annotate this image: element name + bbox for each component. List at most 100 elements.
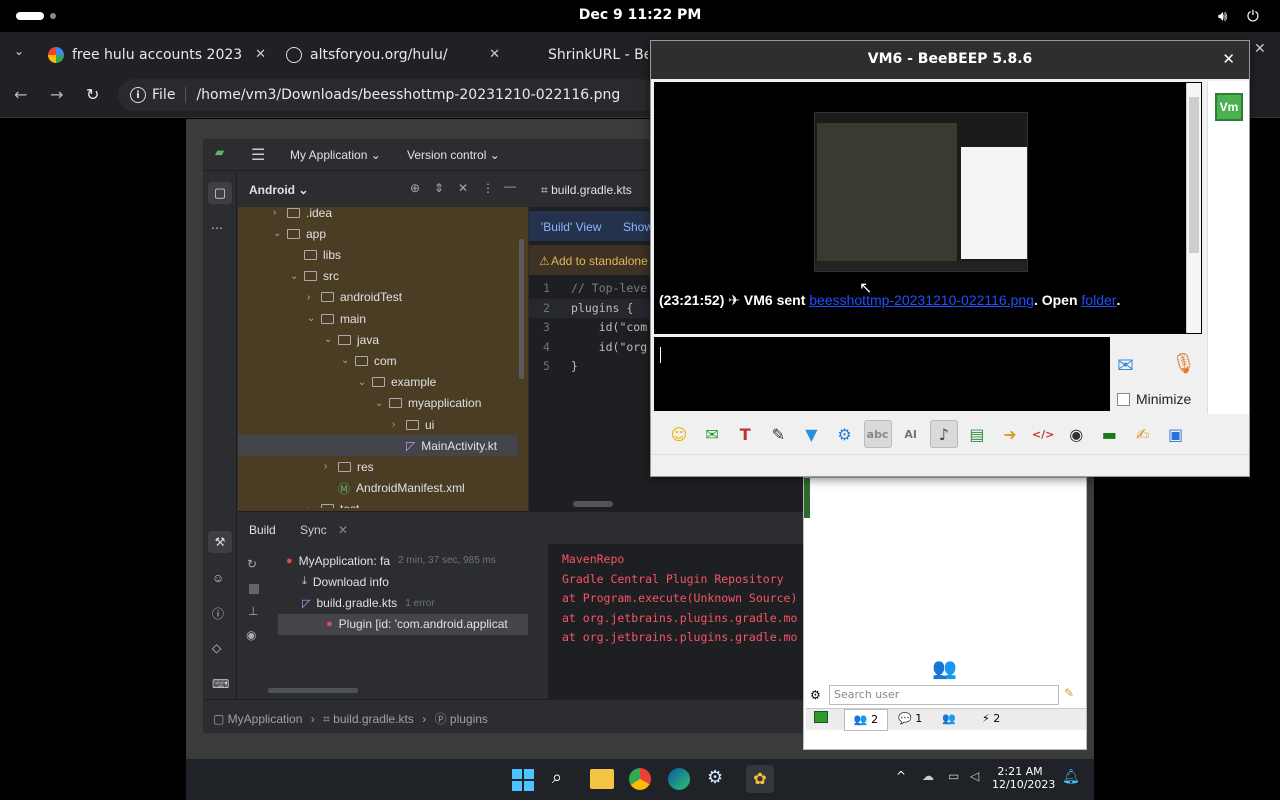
tab-screen-icon[interactable] (814, 711, 828, 723)
scroll-thumb[interactable] (1189, 97, 1199, 253)
build-tool-icon[interactable]: ⚒ (208, 531, 232, 553)
chevron-icon[interactable]: ⌄ (273, 228, 287, 239)
volume-icon[interactable]: 🔊︎ (1218, 7, 1227, 25)
address-bar[interactable]: i File /home/vm3/Downloads/beesshottmp-2… (118, 79, 658, 111)
tab-hulu-search[interactable]: free hulu accounts 2023 ✕ (48, 38, 266, 72)
tree-item[interactable]: ⌄ src (238, 266, 518, 287)
tab-shrinkurl[interactable]: ShrinkURL - Be (548, 38, 648, 72)
vcs-selector[interactable]: Version control ⌄ (407, 148, 500, 162)
tree-item[interactable]: libs (238, 244, 518, 265)
message-input[interactable] (654, 337, 1110, 411)
tab-chats[interactable]: 💬 1 (898, 712, 922, 725)
build-tree-scrollbar[interactable] (268, 688, 358, 693)
tab-shares[interactable]: ⚡ 2 (982, 712, 1000, 725)
project-tool-icon[interactable]: ▢ (208, 182, 232, 204)
chevron-icon[interactable]: ⌄ (307, 313, 321, 324)
logcat-icon[interactable]: ☺ (212, 571, 224, 585)
screenshot-thumbnail[interactable] (814, 112, 1028, 272)
breadcrumb-item[interactable]: ▢ MyApplication (213, 712, 302, 726)
problems-icon[interactable]: ⓘ (212, 605, 224, 622)
terminal-icon[interactable]: ▬ (1095, 420, 1123, 448)
file-explorer-icon[interactable] (590, 769, 614, 789)
edge-icon[interactable] (668, 768, 690, 790)
tab-build[interactable]: Build (249, 523, 276, 537)
tree-item[interactable]: ⌄ main (238, 308, 518, 329)
breadcrumb-item[interactable]: ⌗ build.gradle.kts (323, 712, 414, 726)
build-view-show-link[interactable]: Show (623, 220, 653, 234)
avatar[interactable]: Vm (1215, 93, 1243, 121)
tree-item[interactable]: › res (238, 456, 518, 477)
chevron-icon[interactable]: › (324, 461, 338, 472)
font-icon[interactable]: T (731, 420, 759, 448)
back-icon[interactable]: ← (14, 85, 27, 104)
tree-item[interactable]: ⌄ java (238, 329, 518, 350)
forward-icon[interactable]: → (50, 85, 63, 104)
chevron-icon[interactable]: ⌄ (290, 271, 304, 282)
tab-search-chevron-icon[interactable]: ⌄ (14, 44, 24, 58)
send-icon[interactable]: ✉ (1117, 353, 1134, 377)
save-chat-icon[interactable]: ✍ (1128, 420, 1156, 448)
project-selector[interactable]: My Application ⌄ (290, 148, 381, 162)
rerun-icon[interactable]: ↻ (247, 557, 257, 571)
standalone-link[interactable]: Add to standalone (551, 254, 648, 268)
save-icon[interactable]: ▣ (1162, 420, 1190, 448)
show-hidden-icons[interactable]: ^ (896, 769, 906, 783)
tree-item[interactable]: › test (238, 499, 518, 508)
close-tab-icon[interactable]: ✕ (489, 47, 500, 62)
tab-users[interactable]: 👥 2 (844, 709, 888, 731)
build-tree-item[interactable]: ● Plugin [id: 'com.android.applicat (278, 613, 528, 635)
tree-item[interactable]: › .idea (238, 202, 518, 223)
chrome-icon[interactable] (629, 768, 651, 790)
chevron-icon[interactable]: ⌄ (375, 398, 389, 409)
locate-icon[interactable]: ⊕ (410, 181, 420, 195)
chat-scrollbar[interactable] (1186, 83, 1201, 333)
stop-icon[interactable] (249, 584, 259, 594)
search-icon[interactable]: ⌕ (552, 767, 562, 788)
notification-bell-icon[interactable]: 🔔︎ (1062, 769, 1080, 785)
chevron-icon[interactable]: › (307, 504, 321, 508)
chevron-icon[interactable]: › (392, 419, 406, 430)
cloud-off-icon[interactable]: ☁ (922, 769, 934, 783)
code-icon[interactable]: </> (1029, 420, 1057, 448)
tree-item[interactable]: Ⓜ AndroidManifest.xml (238, 478, 518, 499)
tree-item[interactable]: ⌄ myapplication (238, 393, 518, 414)
expand-collapse-icon[interactable]: ⇕ (434, 181, 444, 195)
main-menu-icon[interactable]: ☰ (251, 145, 265, 165)
android-studio-icon[interactable]: ⚙ (707, 767, 723, 788)
folder-send-icon[interactable]: ➜ (996, 420, 1024, 448)
file-icon[interactable]: ▤ (963, 420, 991, 448)
note-icon[interactable]: ♪ (929, 420, 958, 448)
more-tools-icon[interactable]: ⋯ (211, 221, 223, 235)
chevron-icon[interactable]: ⌄ (324, 334, 338, 345)
emoticon-icon[interactable]: ☺ (665, 420, 693, 448)
close-tab-icon[interactable]: ✕ (338, 523, 348, 537)
panel-options-icon[interactable]: ⋮ (482, 181, 494, 195)
start-icon[interactable] (512, 769, 534, 791)
hide-panel-icon[interactable]: — (504, 179, 516, 193)
filter-icon[interactable]: ▼ (797, 420, 825, 448)
screenshot-icon[interactable]: ◉ (1062, 420, 1090, 448)
pin-icon[interactable]: ⊥ (248, 604, 258, 618)
tree-scrollbar[interactable] (519, 239, 524, 379)
folder-link[interactable]: folder (1081, 292, 1116, 308)
tree-item[interactable]: ⌄ app (238, 223, 518, 244)
tree-item[interactable]: › androidTest (238, 287, 518, 308)
tree-item[interactable]: › ui (238, 414, 518, 435)
close-window-icon[interactable]: ✕ (1254, 41, 1266, 57)
file-link[interactable]: beesshottmp-20231210-022116.png (809, 292, 1034, 308)
tree-item[interactable]: ◸ MainActivity.kt (238, 435, 518, 457)
minimize-checkbox[interactable]: Minimize (1117, 391, 1191, 407)
chevron-icon[interactable]: ⌄ (341, 355, 355, 366)
power-icon[interactable]: ⏻ (1247, 7, 1259, 25)
network-icon[interactable]: ▭ (948, 769, 959, 783)
close-panel-icon[interactable]: ✕ (458, 181, 468, 195)
clear-search-icon[interactable]: ✎ (1064, 686, 1074, 700)
breadcrumb-item[interactable]: ⓟ plugins (435, 712, 488, 726)
beebeep-taskbar-icon[interactable]: ✿ (746, 765, 774, 793)
chevron-icon[interactable]: ⌄ (358, 377, 372, 388)
build-view-label[interactable]: 'Build' View (541, 220, 601, 234)
color-icon[interactable]: ✎ (764, 420, 792, 448)
tab-altsforyou[interactable]: altsforyou.org/hulu/ ✕ (286, 38, 500, 72)
terminal-icon[interactable]: ⌨ (212, 677, 229, 691)
editor-hscrollbar[interactable] (573, 501, 613, 507)
